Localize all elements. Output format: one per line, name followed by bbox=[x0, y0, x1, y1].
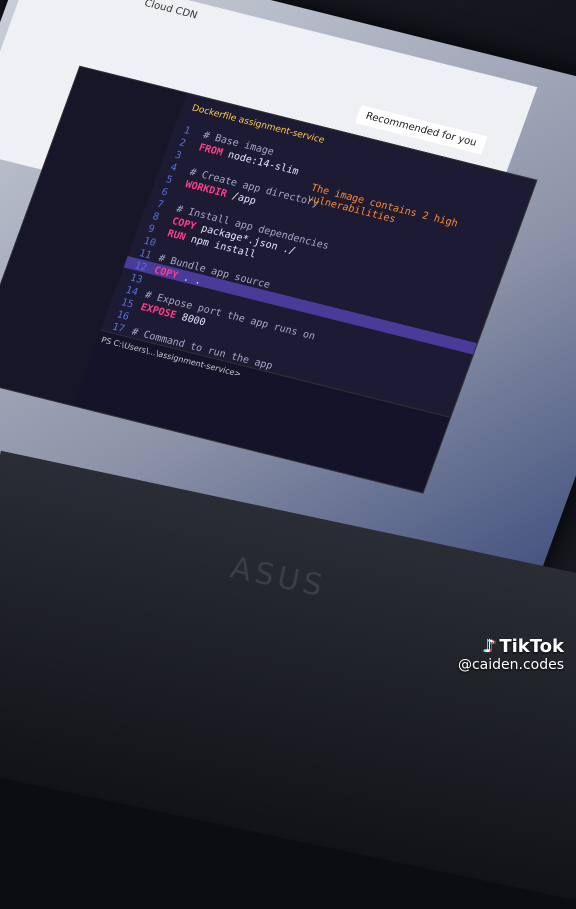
photo-scene: Cloud CDN Recommended for you Dockerfile… bbox=[0, 0, 576, 909]
tiktok-brand: TikTok bbox=[499, 636, 564, 657]
browser-tab[interactable]: Cloud CDN bbox=[143, 0, 199, 21]
tiktok-watermark: ♪ TikTok @caiden.codes bbox=[458, 636, 564, 673]
creator-handle: @caiden.codes bbox=[457, 657, 564, 673]
tiktok-logo-icon: ♪ bbox=[483, 636, 496, 657]
